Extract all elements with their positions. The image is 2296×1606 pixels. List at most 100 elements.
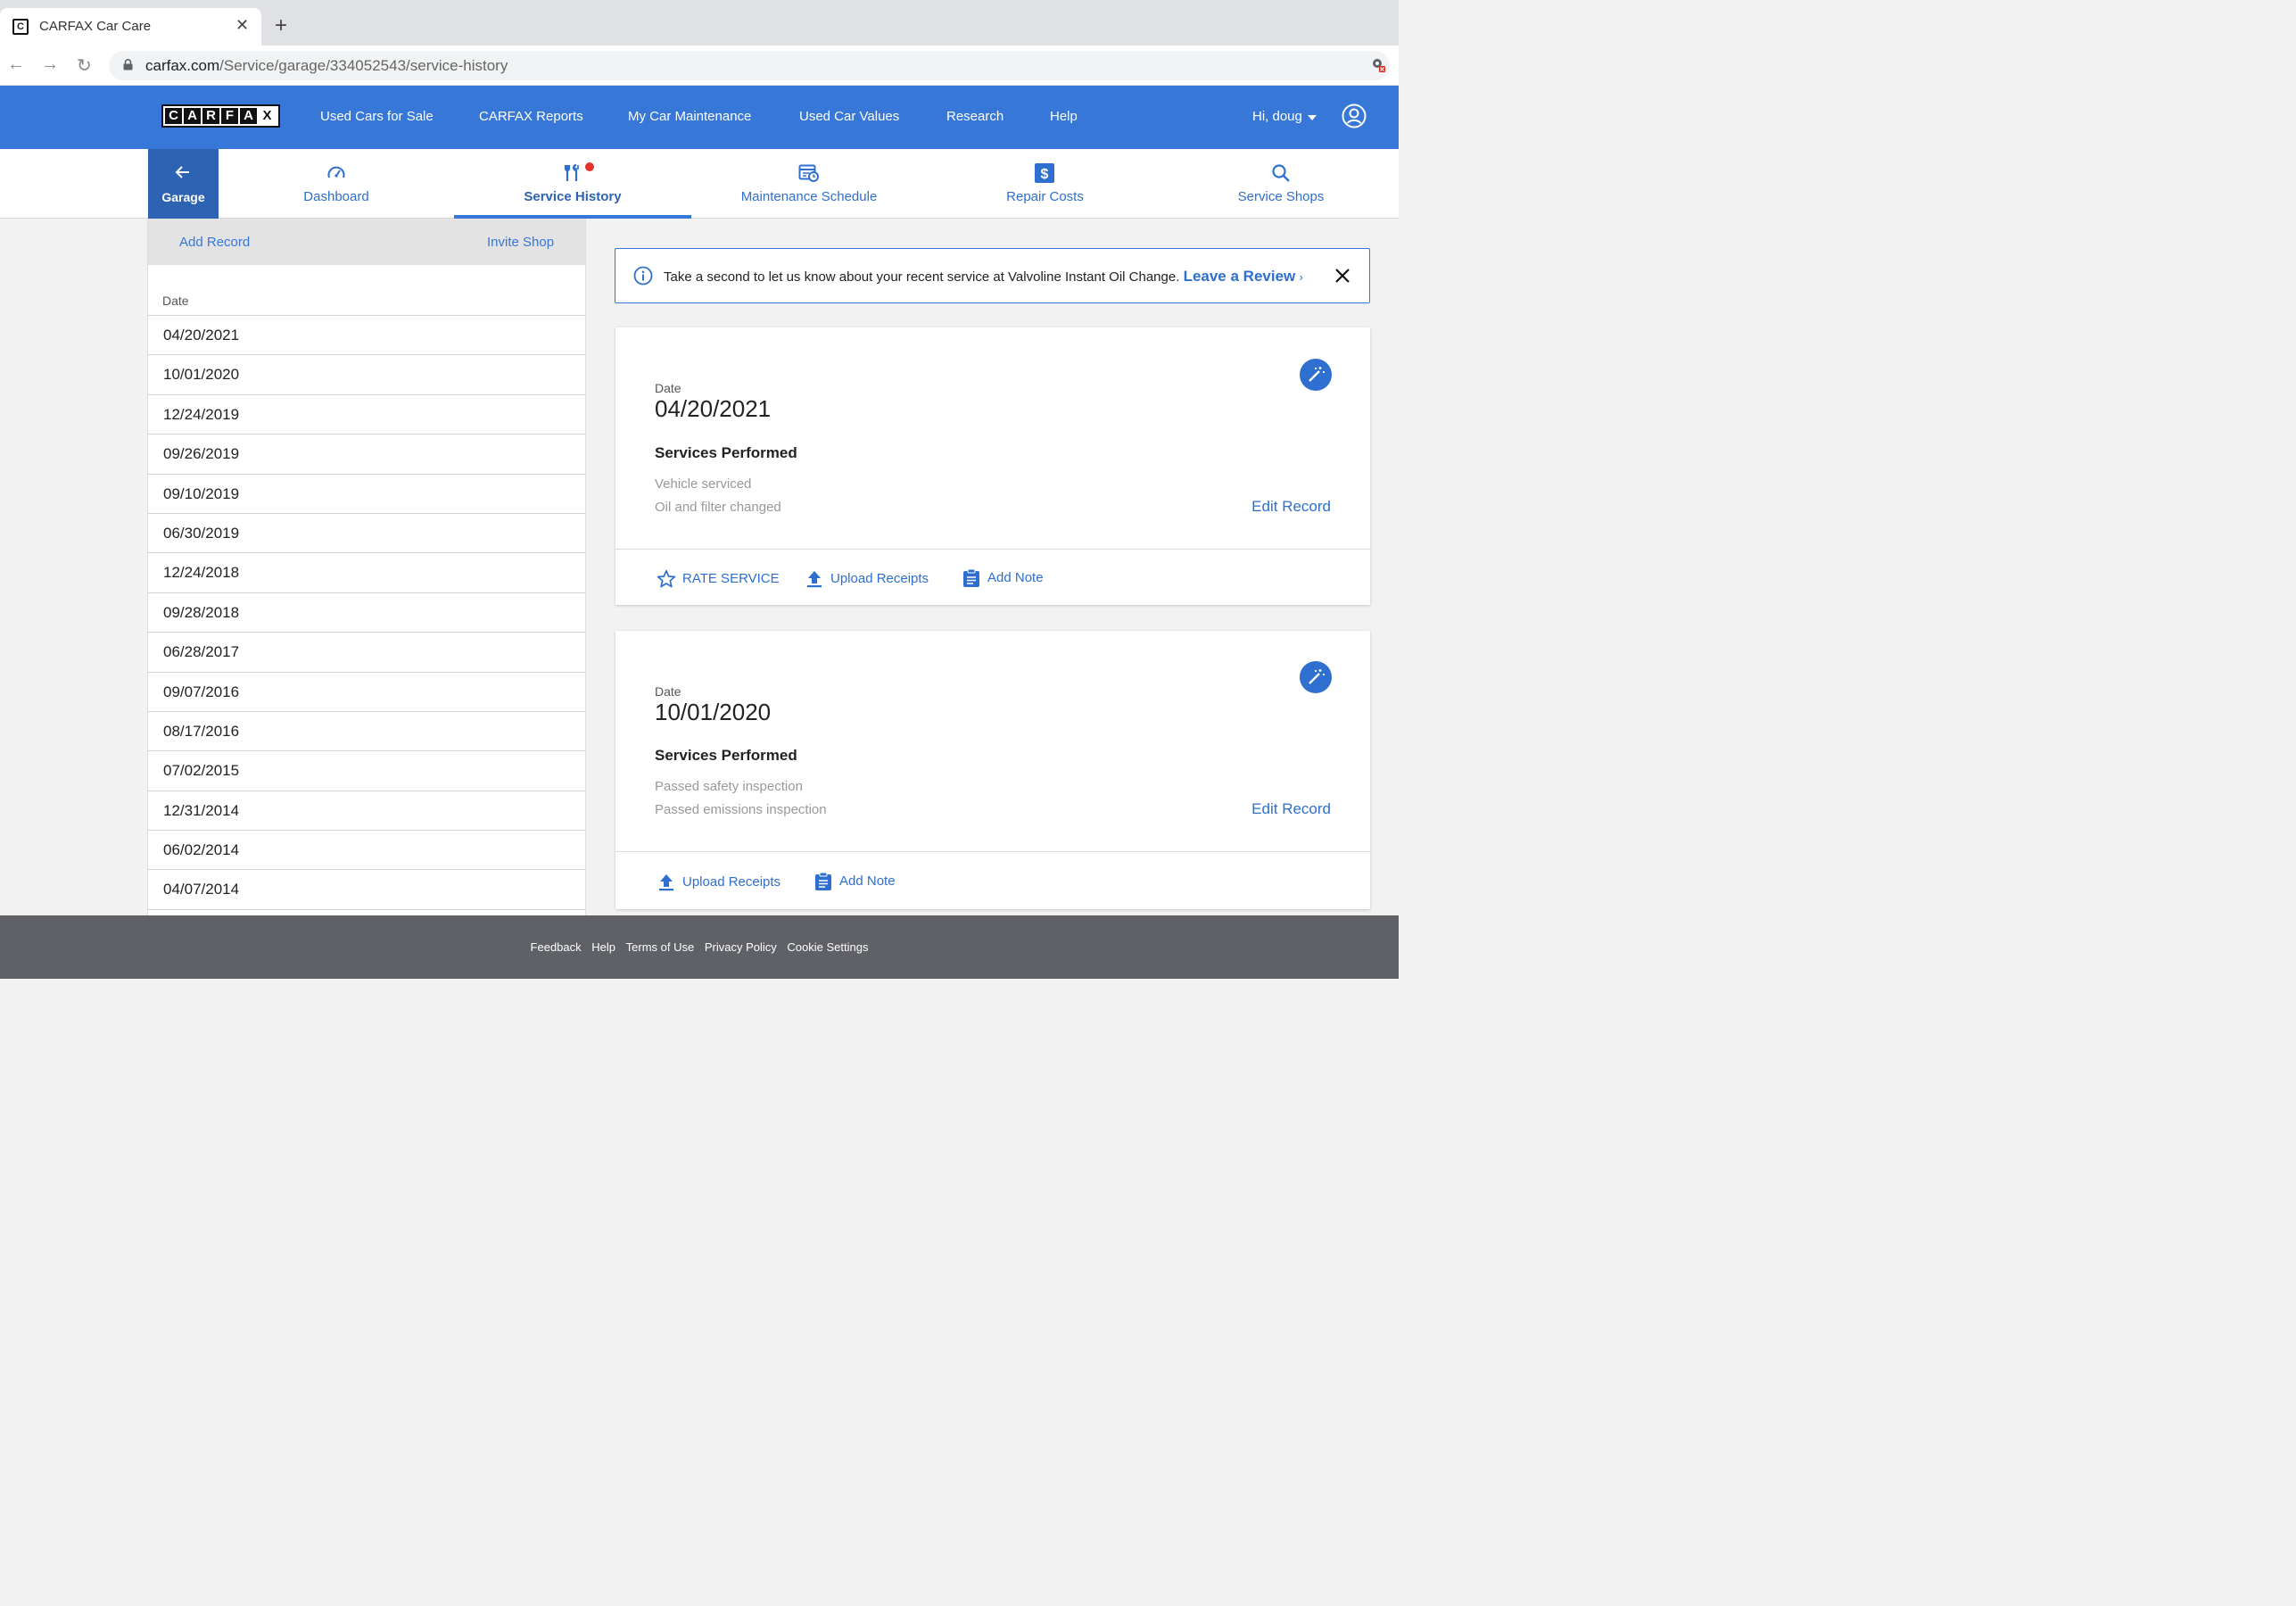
footer-feedback-link[interactable]: Feedback — [531, 940, 582, 954]
address-bar[interactable]: carfax.com/Service/garage/334052543/serv… — [109, 51, 1390, 80]
magic-wand-button[interactable] — [1300, 661, 1332, 693]
new-tab-icon[interactable]: + — [275, 13, 287, 38]
magic-wand-icon — [1309, 669, 1325, 684]
svg-text:$: $ — [1041, 167, 1049, 182]
list-item[interactable]: 07/02/2015 — [148, 750, 585, 790]
list-item — [148, 908, 585, 915]
browser-tab[interactable]: C CARFAX Car Care ✕ — [0, 8, 261, 46]
list-actions-bar: Add Record Invite Shop — [148, 219, 585, 265]
service-record-card: Date 10/01/2020 Services Performed Passe… — [615, 631, 1370, 909]
service-item: Passed emissions inspection — [655, 802, 827, 817]
services-performed-title: Services Performed — [655, 444, 797, 461]
speedometer-icon — [327, 166, 345, 178]
tab-repair-costs[interactable]: $ Repair Costs — [927, 149, 1163, 219]
clipboard-icon — [815, 872, 831, 890]
tab-maintenance-schedule[interactable]: Maintenance Schedule — [691, 149, 927, 219]
list-item[interactable]: 06/28/2017 — [148, 632, 585, 671]
footer-help-link[interactable]: Help — [591, 940, 615, 954]
list-item[interactable]: 09/28/2018 — [148, 592, 585, 632]
services-performed-title: Services Performed — [655, 747, 797, 764]
dollar-icon: $ — [1035, 163, 1054, 183]
list-item[interactable]: 06/02/2014 — [148, 830, 585, 869]
nav-my-car-maintenance[interactable]: My Car Maintenance — [628, 109, 751, 124]
clipboard-icon — [963, 568, 979, 587]
list-item[interactable]: 12/31/2014 — [148, 790, 585, 830]
invite-shop-link[interactable]: Invite Shop — [487, 235, 554, 250]
tab-close-icon[interactable]: ✕ — [235, 16, 249, 35]
service-item: Oil and filter changed — [655, 500, 781, 515]
site-footer: Feedback Help Terms of Use Privacy Polic… — [0, 915, 1399, 979]
nav-help[interactable]: Help — [1050, 109, 1078, 124]
service-item: Passed safety inspection — [655, 779, 803, 794]
tab-title: CARFAX Car Care — [39, 19, 152, 34]
tools-icon — [564, 163, 579, 181]
upload-icon — [807, 571, 822, 588]
list-item[interactable]: 06/30/2019 — [148, 512, 585, 552]
service-record-card: Date 04/20/2021 Services Performed Vehic… — [615, 327, 1370, 605]
tab-dashboard[interactable]: Dashboard — [219, 149, 454, 219]
list-item[interactable]: 08/17/2016 — [148, 710, 585, 750]
upload-icon — [659, 874, 673, 891]
review-banner: Take a second to let us know about your … — [615, 248, 1370, 303]
nav-used-car-values[interactable]: Used Car Values — [799, 109, 899, 124]
garage-label: Garage — [161, 190, 205, 204]
edit-record-link[interactable]: Edit Record — [1251, 498, 1331, 516]
magic-wand-icon — [1309, 367, 1325, 382]
footer-terms-link[interactable]: Terms of Use — [626, 940, 695, 954]
magic-wand-button[interactable] — [1300, 359, 1332, 391]
edit-record-link[interactable]: Edit Record — [1251, 800, 1331, 818]
location-blocked-icon[interactable] — [1370, 57, 1386, 73]
carfax-logo[interactable]: CARFAX — [161, 104, 280, 128]
user-avatar-icon[interactable] — [1342, 103, 1367, 128]
close-icon[interactable] — [1334, 267, 1351, 285]
star-icon — [657, 569, 676, 588]
list-item[interactable]: 09/07/2016 — [148, 671, 585, 711]
carfax-favicon-icon: C — [12, 19, 29, 35]
service-item: Vehicle serviced — [655, 476, 752, 492]
footer-links: Feedback Help Terms of Use Privacy Polic… — [0, 940, 1399, 954]
url-text: carfax.com/Service/garage/334052543/serv… — [145, 57, 508, 74]
card-divider — [615, 549, 1370, 550]
forward-arrow-icon[interactable]: → — [41, 54, 59, 75]
service-date-list: Add Record Invite Shop Date 04/20/2021 1… — [147, 219, 586, 915]
record-date: 10/01/2020 — [655, 699, 772, 725]
list-item[interactable]: 04/07/2014 — [148, 869, 585, 908]
user-menu[interactable]: Hi, doug — [1252, 109, 1302, 124]
nav-used-cars[interactable]: Used Cars for Sale — [320, 109, 434, 124]
date-label: Date — [655, 684, 681, 699]
browser-toolbar: ← → ↻ carfax.com/Service/garage/33405254… — [0, 46, 1399, 86]
card-divider — [615, 851, 1370, 852]
caret-down-icon[interactable] — [1308, 115, 1317, 120]
lock-icon — [123, 59, 133, 70]
date-column-header: Date — [162, 294, 189, 308]
date-label: Date — [655, 381, 681, 395]
banner-text: Take a second to let us know about your … — [664, 268, 1303, 285]
nav-research[interactable]: Research — [946, 109, 1003, 124]
footer-privacy-link[interactable]: Privacy Policy — [705, 940, 777, 954]
footer-cookie-settings-link[interactable]: Cookie Settings — [787, 940, 868, 954]
record-date: 04/20/2021 — [655, 395, 772, 422]
tab-service-shops[interactable]: Service Shops — [1163, 149, 1399, 219]
reload-icon[interactable]: ↻ — [77, 54, 92, 77]
leave-review-link[interactable]: Leave a Review — [1184, 268, 1296, 285]
list-item[interactable]: 12/24/2018 — [148, 552, 585, 592]
tab-service-history[interactable]: Service History — [454, 149, 691, 219]
search-icon — [1272, 164, 1290, 182]
calendar-clock-icon — [798, 164, 819, 182]
nav-carfax-reports[interactable]: CARFAX Reports — [479, 109, 583, 124]
list-item[interactable]: 10/01/2020 — [148, 354, 585, 393]
list-item[interactable]: 09/26/2019 — [148, 434, 585, 473]
list-item[interactable]: 09/10/2019 — [148, 473, 585, 513]
back-arrow-icon[interactable]: ← — [7, 54, 25, 75]
add-record-link[interactable]: Add Record — [179, 235, 250, 250]
site-header: CARFAX Used Cars for Sale CARFAX Reports… — [0, 86, 1399, 149]
back-arrow-icon — [175, 166, 189, 178]
notification-dot — [585, 162, 594, 171]
chevron-right-icon: › — [1299, 270, 1303, 284]
info-icon — [633, 266, 653, 286]
date-rows: 04/20/2021 10/01/2020 12/24/2019 09/26/2… — [148, 315, 585, 915]
list-item[interactable]: 12/24/2019 — [148, 393, 585, 434]
garage-back-button[interactable]: Garage — [148, 149, 219, 219]
browser-tabstrip: C CARFAX Car Care ✕ + — [0, 0, 1399, 46]
list-item[interactable]: 04/20/2021 — [148, 315, 585, 354]
